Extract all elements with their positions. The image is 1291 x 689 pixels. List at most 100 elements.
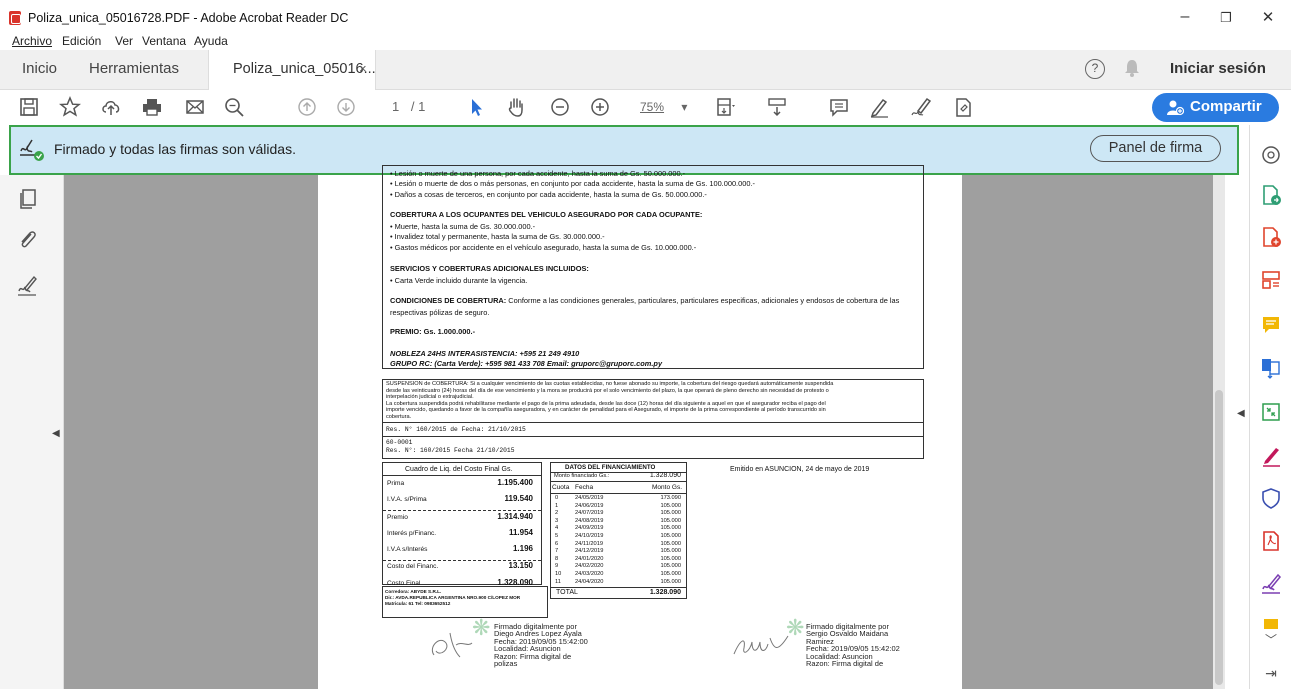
share-button[interactable]: Compartir <box>1152 93 1279 122</box>
handwritten-signature-2 <box>733 635 789 655</box>
signature-valid-icon <box>20 139 44 161</box>
comment-icon[interactable] <box>826 94 852 120</box>
zoom-in-icon[interactable] <box>587 94 613 120</box>
zoom-value: 75% <box>640 100 665 114</box>
financing-cell: 24/03/2020 <box>575 571 604 577</box>
tab-document[interactable]: Poliza_unica_05016... × <box>208 50 376 90</box>
divider <box>383 422 923 423</box>
menu-ayuda[interactable]: Ayuda <box>194 34 228 48</box>
search-zoom-icon[interactable] <box>221 94 247 120</box>
sign-pen-icon[interactable] <box>908 94 934 120</box>
doc-line: • Lesión o muerte de dos o más personas,… <box>390 179 755 188</box>
zoom-select[interactable]: 75% ▾ <box>640 100 687 114</box>
menu-edicion[interactable]: Edición <box>62 34 101 48</box>
attachment-icon[interactable] <box>16 228 40 252</box>
help-icon[interactable]: ? <box>1085 59 1105 79</box>
financing-cell: 9 <box>555 563 559 570</box>
signatures-panel-icon[interactable] <box>16 275 40 299</box>
create-pdf-icon[interactable] <box>1260 226 1282 248</box>
liquidation-row-label: Premio <box>387 514 408 521</box>
chevron-down-icon[interactable]: ﹀ <box>1260 631 1282 653</box>
tab-close-icon[interactable]: × <box>359 61 367 76</box>
tab-herramientas[interactable]: Herramientas <box>89 50 179 90</box>
liquidation-row-label: I.V.A s/Interés <box>387 546 428 553</box>
signature-status-message: Firmado y todas las firmas son válidas. <box>54 141 296 157</box>
next-page-icon[interactable] <box>333 94 359 120</box>
doc-line: • Daños a cosas de terceros, en conjunto… <box>390 190 707 199</box>
financing-amount-label: Monto financiado Gs.: <box>554 473 610 479</box>
resolution-line: 60-0001 <box>386 439 413 446</box>
hand-tool-icon[interactable] <box>503 94 529 120</box>
liquidation-row-value: 1.196 <box>512 544 533 553</box>
previous-page-icon[interactable] <box>294 94 320 120</box>
fill-sign-icon[interactable] <box>1260 445 1282 467</box>
more-tools-icon[interactable] <box>1260 615 1282 629</box>
menu-ventana[interactable]: Ventana <box>142 34 186 48</box>
bookmark-star-icon[interactable] <box>57 94 83 120</box>
financing-cell: 105.000 <box>660 548 681 555</box>
liquidation-table: Cuadro de Liq. del Costo Final Gs. Prima… <box>382 462 542 587</box>
scrollbar-thumb[interactable] <box>1215 390 1223 685</box>
share-label: Compartir <box>1190 98 1262 115</box>
protect-shield-icon[interactable] <box>1260 487 1282 509</box>
minimize-button[interactable]: – <box>1170 8 1200 26</box>
combine-files-icon[interactable] <box>1260 357 1282 379</box>
financing-cell: 105.000 <box>660 533 681 539</box>
window-title: Poliza_unica_05016728.PDF - Adobe Acroba… <box>28 11 349 25</box>
doc-line: • Lesión o muerte de una persona, por ca… <box>390 169 686 178</box>
collapse-right-panel-icon[interactable]: ◀ <box>1237 408 1245 419</box>
tab-inicio[interactable]: Inicio <box>22 50 57 90</box>
expand-panel-icon[interactable]: ⇥ <box>1260 665 1282 687</box>
zoom-search-icon[interactable] <box>1260 144 1282 166</box>
financing-table: DATOS DEL FINANCIAMIENTO Monto financiad… <box>550 462 687 599</box>
menu-archivo[interactable]: Archivo <box>12 34 52 48</box>
email-icon[interactable] <box>182 94 208 120</box>
signature-panel-button[interactable]: Panel de firma <box>1090 135 1221 162</box>
scroll-mode-icon[interactable] <box>764 94 790 120</box>
vertical-scrollbar[interactable] <box>1213 175 1225 689</box>
financing-cell: 7 <box>555 548 559 555</box>
close-button[interactable]: ✕ <box>1253 8 1283 26</box>
protect-doc-icon[interactable] <box>950 94 976 120</box>
restore-button[interactable]: ❐ <box>1211 10 1241 26</box>
page-thumbnails-icon[interactable] <box>16 187 40 211</box>
menu-ver[interactable]: Ver <box>115 34 133 48</box>
comment-tool-icon[interactable] <box>1260 314 1282 336</box>
save-icon[interactable] <box>16 94 42 120</box>
zoom-out-icon[interactable] <box>547 94 573 120</box>
tab-document-label: Poliza_unica_05016... <box>233 61 376 77</box>
financing-cell: 24/04/2020 <box>575 578 604 585</box>
print-icon[interactable] <box>139 94 165 120</box>
financing-row: 0 24/05/2019 173.090 <box>551 495 686 502</box>
add-user-icon <box>1167 100 1184 116</box>
financing-cell: 24/01/2020 <box>575 555 604 562</box>
upload-cloud-icon[interactable] <box>98 94 124 120</box>
resolution-line: Res. N°: 160/2015 Fecha 21/10/2015 <box>386 447 515 454</box>
fit-page-icon[interactable] <box>712 94 738 120</box>
doc-heading: COBERTURA A LOS OCUPANTES DEL VEHICULO A… <box>390 210 703 219</box>
liquidation-row: I.V.A. s/Prima 119.540 <box>387 493 537 508</box>
financing-cell: 8 <box>555 555 559 562</box>
notifications-bell-icon[interactable] <box>1124 58 1140 78</box>
resolution-line: Res. N° 160/2015 de Fecha: 21/10/2015 <box>386 426 526 433</box>
divider <box>551 493 686 494</box>
highlight-pen-icon[interactable] <box>866 94 892 120</box>
page-number-input[interactable]: 1 <box>392 99 399 114</box>
signin-button[interactable]: Iniciar sesión <box>1170 60 1266 77</box>
organize-pages-icon[interactable] <box>1260 269 1282 291</box>
doc-small-line: cobertura. <box>386 413 412 420</box>
acrobat-pdf-icon[interactable] <box>1260 530 1282 552</box>
select-cursor-icon[interactable] <box>463 94 489 120</box>
page-total: / 1 <box>410 99 426 114</box>
broker-line: Matricula: 61 Tel: 0983652512 <box>385 600 451 606</box>
collapse-left-panel-icon[interactable]: ◀ <box>52 428 60 439</box>
title-bar: Poliza_unica_05016728.PDF - Adobe Acroba… <box>0 0 1291 34</box>
financing-cell: 105.000 <box>660 510 681 517</box>
financing-cell: 24/05/2019 <box>575 495 604 501</box>
doc-line: • Invalidez total y permanente, hasta la… <box>390 232 605 241</box>
page-indicator: 1 / 1 <box>380 99 425 114</box>
compress-pdf-icon[interactable] <box>1260 401 1282 423</box>
export-pdf-icon[interactable] <box>1260 184 1282 206</box>
certificates-pen-icon[interactable] <box>1260 573 1282 595</box>
broker-box: Corredora: ABYDE S.R.L. Dir.: AVDA.REPUB… <box>382 586 548 618</box>
